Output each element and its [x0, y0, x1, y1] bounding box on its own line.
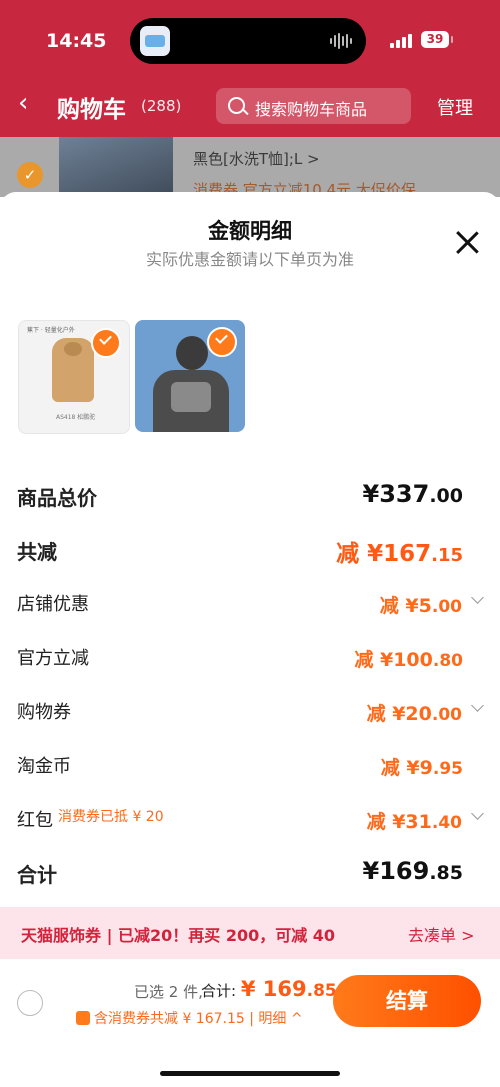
coupon-banner[interactable]: 天猫服饰券 | 已减20！再买 200，可减 40 去凑单 >: [0, 907, 500, 959]
search-placeholder: 搜索购物车商品: [255, 100, 368, 119]
model-head: [176, 336, 208, 370]
taojinbi-value: 减 ¥9.95: [380, 757, 463, 779]
red-packet-label: 红包: [17, 810, 53, 831]
add-items-link[interactable]: 去凑单 >: [408, 922, 475, 946]
selected-check-icon[interactable]: [91, 328, 121, 358]
close-icon[interactable]: [454, 229, 480, 255]
red-packet-note: 消费券已抵 ¥ 20: [58, 809, 164, 825]
red-packet-value[interactable]: 减 ¥31.40: [367, 807, 462, 834]
voucher-value[interactable]: 减 ¥20.00: [367, 699, 462, 726]
cart-item-row: ✓ 黑色[水洗T恤];L > 消费券 官方立减10.4元 大促价保: [0, 137, 500, 199]
selected-count: 已选 2 件,: [134, 983, 203, 1001]
discount-detail-toggle[interactable]: 含消费券共减 ¥ 167.15 | 明细 ^: [76, 1008, 303, 1028]
official-discount-label: 官方立减: [17, 648, 89, 669]
product-image-tshirt[interactable]: [135, 320, 245, 432]
manage-button[interactable]: 管理: [437, 94, 473, 120]
shirt-print: [171, 382, 211, 412]
store-discount-value[interactable]: 减 ¥5.00: [380, 591, 462, 618]
status-time: 14:45: [46, 30, 107, 52]
search-input[interactable]: 搜索购物车商品: [216, 88, 411, 124]
sheet-subtitle: 实际优惠金额请以下单页为准: [145, 250, 354, 269]
sheet-title: 金额明细: [208, 219, 292, 243]
app-icon: [140, 26, 170, 56]
total-discount-label: 共减: [17, 540, 57, 564]
checkout-button[interactable]: 结算: [333, 975, 481, 1027]
audio-wave-icon: [330, 33, 352, 49]
cart-count: (288): [141, 97, 182, 115]
subtotal-value: ¥337.00: [362, 480, 463, 508]
voucher-label: 购物券: [17, 702, 71, 723]
search-icon: [228, 97, 245, 114]
official-discount-value: 减 ¥100.80: [354, 649, 463, 671]
battery-icon: 39: [421, 31, 453, 48]
page-title: 购物车: [57, 97, 126, 123]
banner-text: 天猫服饰券 | 已减20！再买 200，可减 40: [21, 926, 336, 945]
dynamic-island: [130, 18, 366, 64]
item-spec: 黑色[水洗T恤];L >: [193, 150, 320, 168]
back-button[interactable]: ‹: [18, 88, 28, 118]
footer-total: 合计: ¥ 169.85: [201, 977, 337, 1001]
subtotal-label: 商品总价: [17, 486, 97, 510]
coupon-icon: [76, 1011, 90, 1025]
check-icon[interactable]: ✓: [17, 162, 43, 188]
product-name: AS418 松鹏驼: [56, 414, 96, 421]
taojinbi-label: 淘金币: [17, 756, 71, 777]
product-thumbnail: [59, 137, 173, 197]
selected-check-icon[interactable]: [207, 327, 237, 357]
select-all-radio[interactable]: [17, 990, 43, 1016]
cart-header: 14:45 39 ‹ 购物车 (288) 搜索购物车商品 管理: [0, 0, 500, 137]
brand-tag: 蕉下 · 轻量化户外: [27, 327, 75, 334]
total-discount-value: 减 ¥167.15: [336, 541, 463, 567]
jacket-illustration: [52, 338, 94, 402]
grand-total-value: ¥169.85: [362, 857, 463, 885]
home-indicator: [160, 1071, 340, 1076]
product-image-jacket[interactable]: 蕉下 · 轻量化户外 AS418 松鹏驼: [18, 320, 130, 434]
grand-total-label: 合计: [17, 863, 57, 887]
store-discount-label: 店铺优惠: [17, 594, 89, 615]
signal-icon: [390, 34, 412, 48]
